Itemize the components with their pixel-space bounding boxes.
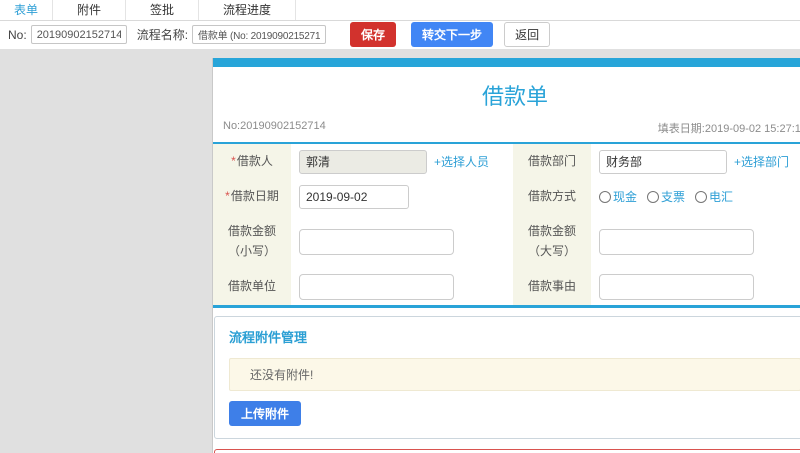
process-name-input[interactable]	[192, 25, 327, 44]
sheet-fill-date: 填表日期:2019-09-02 15:27:14	[657, 123, 800, 135]
method-option-cash[interactable]: 现金	[599, 188, 637, 205]
forward-next-step-button[interactable]: 转交下一步	[411, 22, 494, 47]
back-button[interactable]: 返回	[504, 22, 551, 47]
borrower-input[interactable]	[299, 149, 427, 174]
sheet-meta: No:20190902152714 填表日期:2019-09-02 15:27:…	[213, 120, 800, 142]
action-toolbar: No: 流程名称: 保存 转交下一步 返回	[0, 21, 800, 48]
method-option-cheque[interactable]: 支票	[647, 188, 685, 205]
no-attachments-alert: 还没有附件!	[229, 357, 800, 391]
method-option-wire[interactable]: 电汇	[695, 188, 733, 205]
borrow-reason-input[interactable]	[599, 273, 754, 300]
amount-big-input[interactable]	[599, 228, 754, 255]
required-asterisk: *	[225, 189, 230, 204]
borrow-method-label: 借款方式	[513, 179, 591, 215]
loan-form-grid: *借款人 +选择人员 借款部门 +选择部门 *借款日期 借款方式	[213, 142, 800, 308]
amount-small-field	[291, 214, 513, 269]
no-label: No:	[8, 27, 27, 42]
no-input[interactable]	[30, 25, 127, 44]
cheque-radio[interactable]	[647, 190, 660, 203]
department-label: 借款部门	[513, 144, 591, 180]
attachments-title: 流程附件管理	[229, 329, 308, 345]
tab-attachments[interactable]: 附件	[53, 0, 127, 20]
page-content: 借款单 No:20190902152714 填表日期:2019-09-02 15…	[0, 49, 800, 453]
department-field: +选择部门	[591, 144, 800, 180]
tab-process-progress[interactable]: 流程进度	[199, 0, 297, 20]
wire-radio[interactable]	[695, 190, 708, 203]
page-title: 借款单	[481, 84, 548, 109]
upload-attachment-button[interactable]: 上传附件	[229, 400, 302, 426]
department-input[interactable]	[599, 149, 727, 174]
panel-accent-bar	[213, 58, 800, 67]
borrow-method-field: 现金 支票 电汇	[591, 179, 800, 215]
amount-big-label: 借款金额（大写）	[513, 214, 591, 269]
borrow-date-input[interactable]	[299, 184, 409, 209]
save-button[interactable]: 保存	[350, 22, 397, 47]
borrow-unit-field	[291, 268, 513, 305]
process-name-label: 流程名称:	[136, 28, 189, 42]
amount-small-input[interactable]	[299, 228, 454, 255]
tab-form[interactable]: 表单	[0, 0, 54, 20]
amount-small-label: 借款金额（小写）	[213, 214, 291, 269]
borrow-reason-label: 借款事由	[513, 268, 591, 305]
borrower-field: +选择人员	[291, 144, 513, 180]
borrow-unit-label: 借款单位	[213, 268, 291, 305]
select-person-link[interactable]: +选择人员	[434, 153, 489, 170]
borrow-reason-field	[591, 268, 800, 305]
approval-section: 流程签批意见 B I abc A	[214, 448, 800, 453]
tab-approval[interactable]: 签批	[126, 0, 200, 20]
attachments-section: 流程附件管理 还没有附件! 上传附件	[214, 315, 800, 439]
borrow-date-label: *借款日期	[213, 179, 291, 215]
tab-bar: 表单 附件 签批 流程进度	[0, 0, 800, 21]
borrow-unit-input[interactable]	[299, 273, 454, 300]
required-asterisk: *	[231, 154, 236, 168]
select-department-link[interactable]: +选择部门	[734, 153, 789, 170]
top-bar: 表单 附件 签批 流程进度 No: 流程名称: 保存 转交下一步 返回	[0, 0, 800, 49]
amount-big-field	[591, 214, 800, 269]
borrow-date-field	[291, 179, 513, 215]
borrower-label: *借款人	[213, 144, 291, 180]
loan-form-panel: 借款单 No:20190902152714 填表日期:2019-09-02 15…	[212, 58, 800, 453]
cash-radio[interactable]	[599, 190, 611, 203]
sheet-no: No:20190902152714	[223, 120, 326, 132]
